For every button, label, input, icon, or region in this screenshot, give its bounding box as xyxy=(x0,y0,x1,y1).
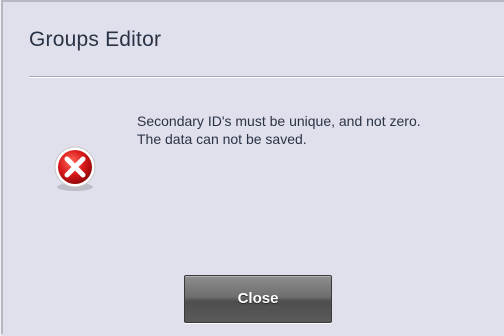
error-message-line-2: The data can not be saved. xyxy=(137,131,307,147)
error-message-line-1: Secondary ID's must be unique, and not z… xyxy=(137,113,421,129)
error-icon xyxy=(54,146,96,191)
close-button[interactable]: Close xyxy=(184,275,332,323)
error-dialog: Groups Editor Secondary ID's must be uni… xyxy=(0,0,504,336)
title-divider xyxy=(29,76,504,78)
error-message: Secondary ID's must be unique, and not z… xyxy=(137,112,421,148)
dialog-title: Groups Editor xyxy=(29,28,162,51)
